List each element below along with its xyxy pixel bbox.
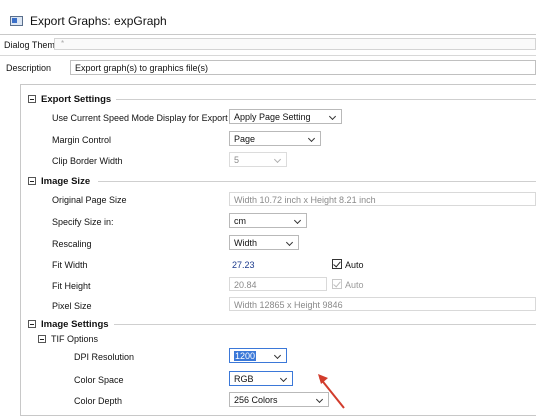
export-settings-header: Export Settings [41, 94, 112, 105]
image-size-rule [98, 181, 536, 182]
chevron-down-icon [273, 155, 282, 164]
fit-width-auto-checkbox[interactable] [332, 259, 342, 269]
title-divider [0, 34, 536, 35]
window-title: Export Graphs: expGraph [30, 14, 167, 28]
chevron-down-icon [328, 112, 337, 121]
title-bar: Export Graphs: expGraph [0, 0, 536, 34]
fit-height-field: 20.84 [229, 277, 327, 291]
collapse-tif-options-icon[interactable] [38, 335, 46, 343]
image-settings-header: Image Settings [41, 319, 109, 330]
margin-control-value: Page [234, 134, 256, 144]
fit-width-label: Fit Width [52, 260, 88, 270]
original-page-size-field: Width 10.72 inch x Height 8.21 inch [229, 192, 536, 206]
export-settings-rule [116, 99, 536, 100]
chevron-down-icon [273, 351, 282, 360]
dialog-theme-value: * [61, 39, 65, 48]
theme-divider [0, 55, 536, 56]
description-field[interactable]: Export graph(s) to graphics file(s) [70, 60, 536, 75]
fit-height-auto-label: Auto [345, 280, 364, 290]
color-depth-value: 256 Colors [234, 395, 278, 405]
specify-size-dropdown[interactable]: cm [229, 213, 307, 228]
pixel-size-field: Width 12865 x Height 9846 [229, 297, 536, 311]
window-icon [10, 16, 23, 26]
clip-border-width-value: 5 [234, 155, 240, 165]
description-label: Description [6, 63, 52, 73]
fit-height-auto-checkbox[interactable] [332, 279, 342, 289]
chevron-down-icon [285, 238, 294, 247]
dpi-resolution-label: DPI Resolution [74, 352, 135, 362]
specify-size-label: Specify Size in: [52, 217, 114, 227]
rescaling-value: Width [234, 238, 258, 248]
speed-mode-dropdown[interactable]: Apply Page Setting [229, 109, 342, 124]
pixel-size-label: Pixel Size [52, 301, 92, 311]
fit-width-auto-label: Auto [345, 260, 364, 270]
clip-border-width-label: Clip Border Width [52, 156, 123, 166]
speed-mode-label: Use Current Speed Mode Display for Expor… [52, 113, 228, 123]
dialog-theme-label: Dialog Theme [4, 40, 60, 50]
rescaling-label: Rescaling [52, 239, 92, 249]
color-space-label: Color Space [74, 375, 124, 385]
margin-control-dropdown[interactable]: Page [229, 131, 321, 146]
collapse-image-settings-icon[interactable] [28, 320, 36, 328]
dpi-resolution-value: 1200 [234, 351, 257, 361]
chevron-down-icon [279, 374, 288, 383]
collapse-export-settings-icon[interactable] [28, 95, 36, 103]
dialog-theme-dropdown[interactable]: * [54, 38, 536, 50]
color-depth-label: Color Depth [74, 396, 123, 406]
speed-mode-value: Apply Page Setting [234, 112, 311, 122]
dpi-resolution-dropdown[interactable]: 1200 [229, 348, 287, 363]
tif-options-header: TIF Options [51, 334, 99, 344]
margin-control-label: Margin Control [52, 135, 112, 145]
fit-width-value[interactable]: 27.23 [232, 260, 255, 270]
chevron-down-icon [293, 216, 302, 225]
collapse-image-size-icon[interactable] [28, 177, 36, 185]
image-settings-rule [114, 324, 536, 325]
original-page-size-label: Original Page Size [52, 195, 127, 205]
specify-size-value: cm [234, 216, 246, 226]
fit-height-label: Fit Height [52, 281, 91, 291]
clip-border-width-dropdown[interactable]: 5 [229, 152, 287, 167]
color-space-dropdown[interactable]: RGB [229, 371, 293, 386]
color-space-value: RGB [234, 374, 254, 384]
chevron-down-icon [307, 134, 316, 143]
annotation-arrow-icon [318, 374, 345, 409]
rescaling-dropdown[interactable]: Width [229, 235, 299, 250]
image-size-header: Image Size [41, 176, 91, 187]
